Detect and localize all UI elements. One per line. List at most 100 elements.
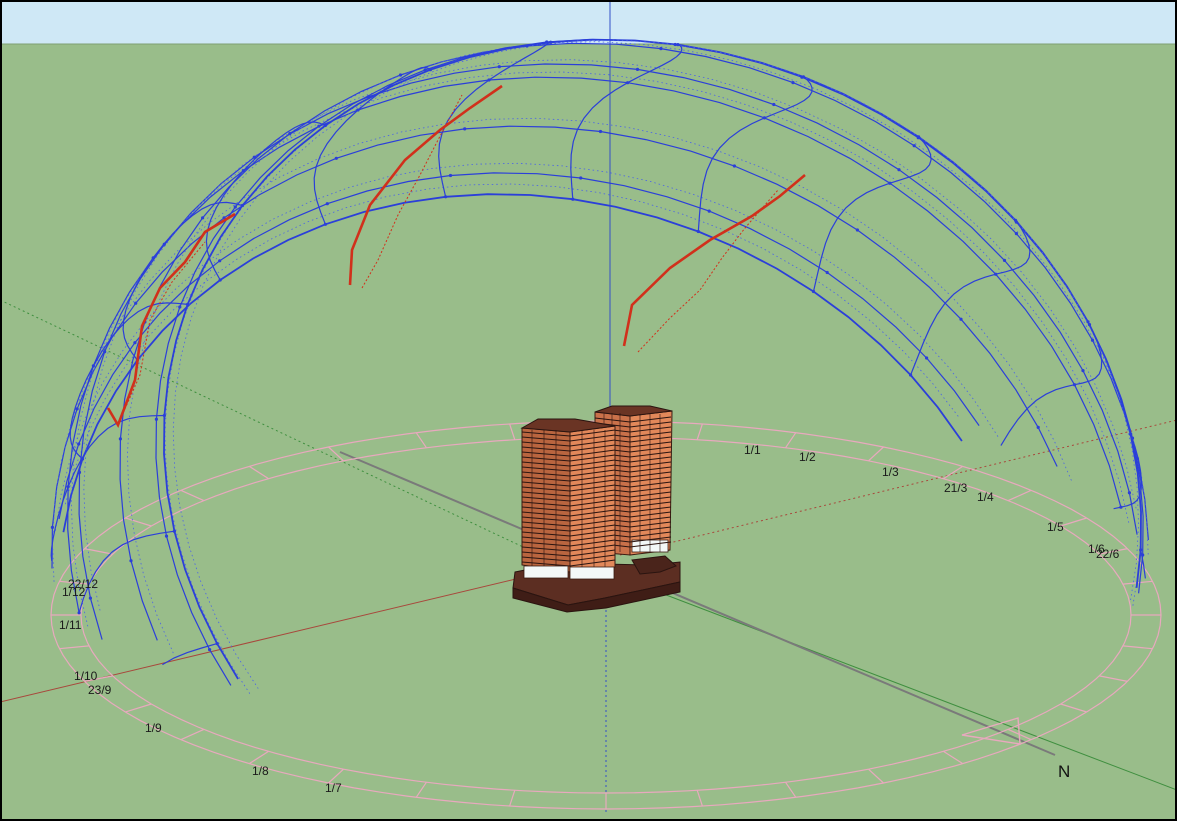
- sun-path-vertex: [154, 417, 158, 421]
- building-model[interactable]: [512, 405, 681, 613]
- sun-path-vertex: [66, 485, 70, 489]
- sun-path-vertex: [151, 256, 155, 260]
- sun-path-vertex: [77, 470, 82, 474]
- 3d-viewport[interactable]: 1/1 1/2 1/3 21/3 1/4 1/5 1/6 22/6 1/7 1/…: [0, 0, 1177, 821]
- sun-path-vertex: [218, 259, 222, 263]
- sun-path-vertex: [825, 270, 829, 275]
- sun-path-vertex: [571, 197, 575, 201]
- sun-path-vertex: [917, 135, 921, 139]
- sun-path-vertex: [1129, 432, 1133, 436]
- sun-path-vertex: [162, 242, 166, 246]
- sun-path-vertex: [1090, 338, 1095, 342]
- sun-path-vertex: [525, 44, 529, 48]
- sun-path-vertex: [959, 317, 963, 321]
- sun-path-vertex: [888, 181, 892, 185]
- date-label-1-1: 1/1: [744, 443, 761, 457]
- sun-path-vertex: [444, 195, 448, 199]
- sun-path-vertex: [218, 278, 222, 282]
- sun-path-vertex: [545, 40, 549, 44]
- sun-path-vertex: [448, 173, 453, 178]
- north-label: N: [1058, 762, 1070, 781]
- sun-path-vertex: [80, 457, 85, 461]
- sun-path-vertex: [1081, 369, 1085, 373]
- sun-path-vertex: [75, 407, 79, 411]
- sun-path-vertex: [1072, 383, 1077, 387]
- date-label-1-2: 1/2: [799, 450, 816, 464]
- sun-path-vertex: [762, 116, 767, 120]
- sun-path-vertex: [791, 81, 795, 85]
- sun-path-vertex: [88, 596, 92, 600]
- sun-path-vertex: [129, 559, 133, 563]
- sun-path-vertex: [325, 202, 329, 206]
- date-label-1-8: 1/8: [252, 764, 269, 778]
- sun-path-vertex: [208, 648, 212, 652]
- date-label-1-3: 1/3: [882, 465, 899, 479]
- sun-path-vertex: [994, 272, 998, 276]
- sun-path-vertex: [134, 301, 138, 305]
- sun-path-vertex: [288, 132, 292, 136]
- sun-path-vertex: [423, 68, 427, 72]
- sky: [0, 0, 1177, 44]
- sun-path-vertex: [696, 229, 700, 234]
- sun-path-vertex: [323, 222, 327, 226]
- sun-path-vertex: [186, 302, 190, 306]
- sun-path-vertex: [215, 642, 219, 646]
- date-label-1-7: 1/7: [325, 781, 342, 795]
- date-label-1-5: 1/5: [1047, 520, 1064, 534]
- sun-path-vertex: [676, 43, 680, 47]
- sun-path-vertex: [463, 127, 467, 131]
- date-label-22-6: 22/6: [1096, 547, 1120, 561]
- sun-path-vertex: [1014, 218, 1018, 222]
- sun-path-vertex: [240, 203, 244, 208]
- date-label-23-9: 23/9: [88, 683, 112, 697]
- sun-path-vertex: [367, 95, 371, 99]
- sun-path-vertex: [1141, 553, 1145, 557]
- sun-path-vertex: [925, 356, 929, 360]
- sun-path-vertex: [659, 47, 663, 51]
- sun-path-vertex: [801, 75, 806, 79]
- sun-path-vertex: [1130, 436, 1135, 440]
- sun-path-vertex: [398, 73, 403, 77]
- date-label-1-10: 1/10: [74, 669, 98, 683]
- sun-path-vertex: [635, 67, 640, 71]
- sun-path-vertex: [549, 40, 553, 44]
- sun-path-vertex: [1014, 232, 1019, 236]
- sun-path-vertex: [1002, 258, 1007, 262]
- sun-path-vertex: [732, 164, 737, 168]
- date-label-1-11: 1/11: [59, 618, 82, 632]
- sun-path-vertex: [598, 129, 603, 134]
- sun-path-vertex: [334, 156, 338, 160]
- sun-path-vertex: [1087, 323, 1092, 327]
- sun-path-vertex: [1127, 491, 1131, 495]
- date-label-22-12: 22/12: [68, 577, 98, 591]
- sun-path-vertex: [241, 169, 245, 173]
- date-label-1-4: 1/4: [977, 490, 994, 504]
- sun-path-vertex: [201, 216, 205, 220]
- sun-path-vertex: [1139, 548, 1143, 552]
- sun-path-vertex: [811, 289, 816, 294]
- sun-path-vertex: [487, 78, 491, 82]
- sun-path-vertex: [50, 525, 55, 530]
- sun-path-vertex: [428, 68, 432, 72]
- sun-path-vertex: [317, 124, 321, 128]
- sun-path-vertex: [912, 144, 916, 148]
- sun-path-vertex: [497, 65, 501, 69]
- sun-path-vertex: [77, 442, 81, 446]
- sun-path-vertex: [626, 81, 630, 85]
- sun-path-vertex: [1086, 320, 1090, 324]
- date-label-21-3: 21/3: [944, 481, 968, 495]
- sun-path-vertex: [855, 228, 860, 232]
- sun-path-vertex: [233, 205, 237, 209]
- sun-path-vertex: [164, 534, 169, 538]
- sun-path-vertex: [172, 529, 176, 533]
- sun-path-vertex: [178, 305, 182, 309]
- sun-path-vertex: [162, 413, 166, 418]
- date-label-1-9: 1/9: [145, 721, 162, 735]
- sun-path-vertex: [103, 350, 107, 354]
- sun-path-vertex: [356, 108, 360, 112]
- sun-path-vertex: [118, 437, 122, 441]
- sun-path-vertex: [1119, 505, 1123, 509]
- sun-path-vertex: [252, 155, 256, 159]
- sun-path-vertex: [91, 364, 95, 368]
- tower-front-base-glazing-left: [523, 565, 569, 579]
